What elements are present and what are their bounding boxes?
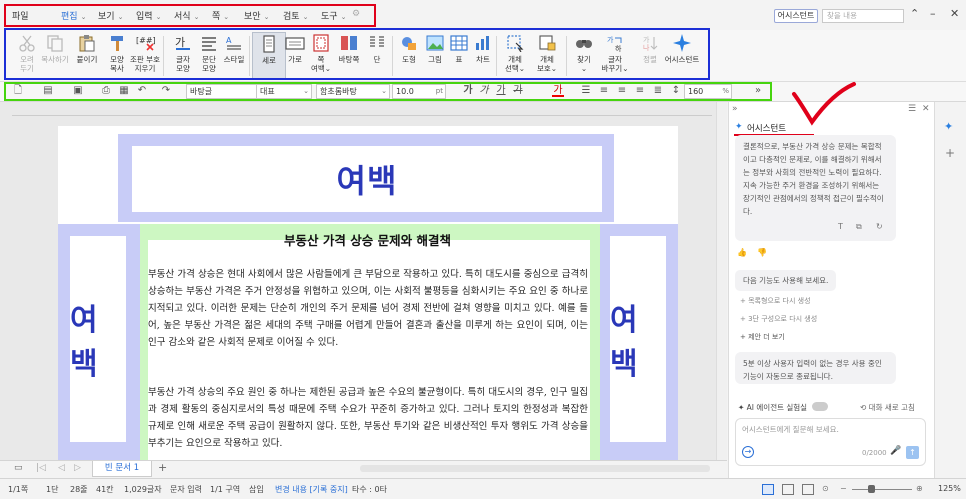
timeout-notice-text: 5분 이상 사용자 입력이 없는 경우 사용 중인 기능이 자동으로 종료됩니다… xyxy=(743,359,882,381)
status-chars: 1,029글자 xyxy=(124,485,162,494)
document-title: 부동산 가격 상승 문제와 해결책 xyxy=(284,233,451,248)
ai-agent-toggle[interactable] xyxy=(812,402,828,411)
web-view-icon[interactable] xyxy=(782,484,794,495)
insert-text-icon[interactable]: T xyxy=(838,222,843,231)
panel-close-icon[interactable]: ✕ xyxy=(922,104,930,114)
sheet-list-icon[interactable]: ▭ xyxy=(14,463,23,473)
horizontal-scrollbar[interactable] xyxy=(360,465,710,472)
timeout-notice: 5분 이상 사용자 입력이 없는 경우 사용 중인 기능이 자동으로 종료됩니다… xyxy=(735,352,896,384)
document-tab[interactable]: 빈 문서 1 xyxy=(92,461,152,477)
send-button[interactable]: ↑ xyxy=(906,446,919,459)
response-text: 결론적으로, 부동산 가격 상승 문제는 복합적이고 다층적인 문제로, 이를 … xyxy=(743,142,884,216)
status-line: 28줄 xyxy=(70,485,88,494)
collapse-ribbon-icon[interactable]: ⌃ xyxy=(910,7,919,20)
panel-menu-icon[interactable]: ☰ xyxy=(908,104,916,114)
first-tab-icon[interactable]: |◁ xyxy=(36,463,46,473)
mic-icon[interactable]: 🎤 xyxy=(890,446,901,456)
vertical-scrollbar[interactable] xyxy=(716,102,727,460)
char-counter: 0/2000 xyxy=(862,449,887,457)
zoom-fit-icon[interactable]: ⊙ xyxy=(822,484,829,493)
ai-agent-toggle-label: ✦ AI 에이전트 실험실 xyxy=(738,403,808,412)
toolbar-highlight-green xyxy=(4,82,772,101)
paragraph-1: 부동산 가격 상승은 현대 사회에서 많은 사람들에게 큰 부담으로 작용하고 … xyxy=(148,269,588,348)
paragraph-2: 부동산 가격 상승의 주요 원인 중 하나는 제한된 공급과 높은 수요의 불균… xyxy=(148,387,588,449)
thumbs-up-icon[interactable]: 👍 xyxy=(737,248,747,257)
prev-tab-icon[interactable]: ◁ xyxy=(58,463,65,473)
left-margin-box: 여백 xyxy=(70,236,126,442)
normal-view-icon[interactable] xyxy=(762,484,774,495)
top-margin-box: 여백 xyxy=(132,146,602,212)
sparkle-icon[interactable]: ✦ xyxy=(944,120,953,133)
close-icon[interactable]: ✕ xyxy=(950,7,959,20)
zoom-level: 125% xyxy=(938,484,961,493)
attach-icon[interactable]: → xyxy=(742,446,754,458)
add-panel-icon[interactable]: + xyxy=(945,146,955,160)
minimize-icon[interactable]: – xyxy=(930,7,936,20)
chat-input[interactable]: 어시스턴트에게 질문해 보세요. xyxy=(742,424,839,435)
checkmark-annotation xyxy=(792,82,856,126)
full-page-view-icon[interactable] xyxy=(802,484,814,495)
next-tab-icon[interactable]: ▷ xyxy=(74,463,81,473)
suggestion-more[interactable]: + 제안 더 보기 xyxy=(740,332,785,342)
panel-header: 어시스턴트 xyxy=(747,124,787,134)
refresh-chat-button[interactable]: ⟲ 대화 새로 고침 xyxy=(860,402,915,413)
next-feature-prompt: 다음 기능도 사용해 보세요. xyxy=(735,270,837,291)
zoom-slider[interactable] xyxy=(852,489,912,490)
panel-collapse-icon[interactable]: » xyxy=(732,104,738,114)
status-section: 1단 xyxy=(46,485,59,494)
status-zone: 1/1 구역 xyxy=(210,485,241,494)
left-margin-label: 여백 xyxy=(70,303,99,382)
status-col: 41칸 xyxy=(96,485,114,494)
top-margin-label: 여백 xyxy=(336,162,398,200)
zoom-out-icon[interactable]: − xyxy=(840,484,847,493)
ribbon-highlight-blue xyxy=(4,28,710,80)
assistant-button[interactable]: 어시스턴트 xyxy=(774,9,818,23)
sparkle-icon: ✦ xyxy=(735,122,743,132)
right-margin-box: 여백 xyxy=(610,236,666,442)
menu-highlight-red xyxy=(4,4,376,27)
status-mode: 문자 입력 xyxy=(170,485,202,494)
suggestion-three-part[interactable]: + 3단 구성으로 다시 생성 xyxy=(740,314,817,324)
zoom-slider-handle[interactable] xyxy=(868,485,875,493)
copy-response-icon[interactable]: ⧉ xyxy=(856,222,862,232)
thumbs-down-icon[interactable]: 👎 xyxy=(757,248,767,257)
zoom-in-icon[interactable]: ⊕ xyxy=(916,484,923,493)
status-insert[interactable]: 삽입 xyxy=(249,484,264,495)
regenerate-icon[interactable]: ↻ xyxy=(876,222,883,231)
status-typing: 타수 : 0타 xyxy=(352,485,387,494)
horizontal-ruler xyxy=(12,108,712,116)
add-tab-icon[interactable]: + xyxy=(158,461,167,474)
status-page: 1/1쪽 xyxy=(8,485,29,494)
status-track-changes[interactable]: 변경 내용 [기록 중지] xyxy=(275,484,348,495)
assistant-response: 결론적으로, 부동산 가격 상승 문제는 복합적이고 다층적인 문제로, 이를 … xyxy=(735,135,896,241)
right-margin-label: 여백 xyxy=(610,303,639,382)
suggestion-list-regenerate[interactable]: + 목록형으로 다시 생성 xyxy=(740,296,811,306)
search-input[interactable]: 찾을 내용 xyxy=(822,9,904,23)
